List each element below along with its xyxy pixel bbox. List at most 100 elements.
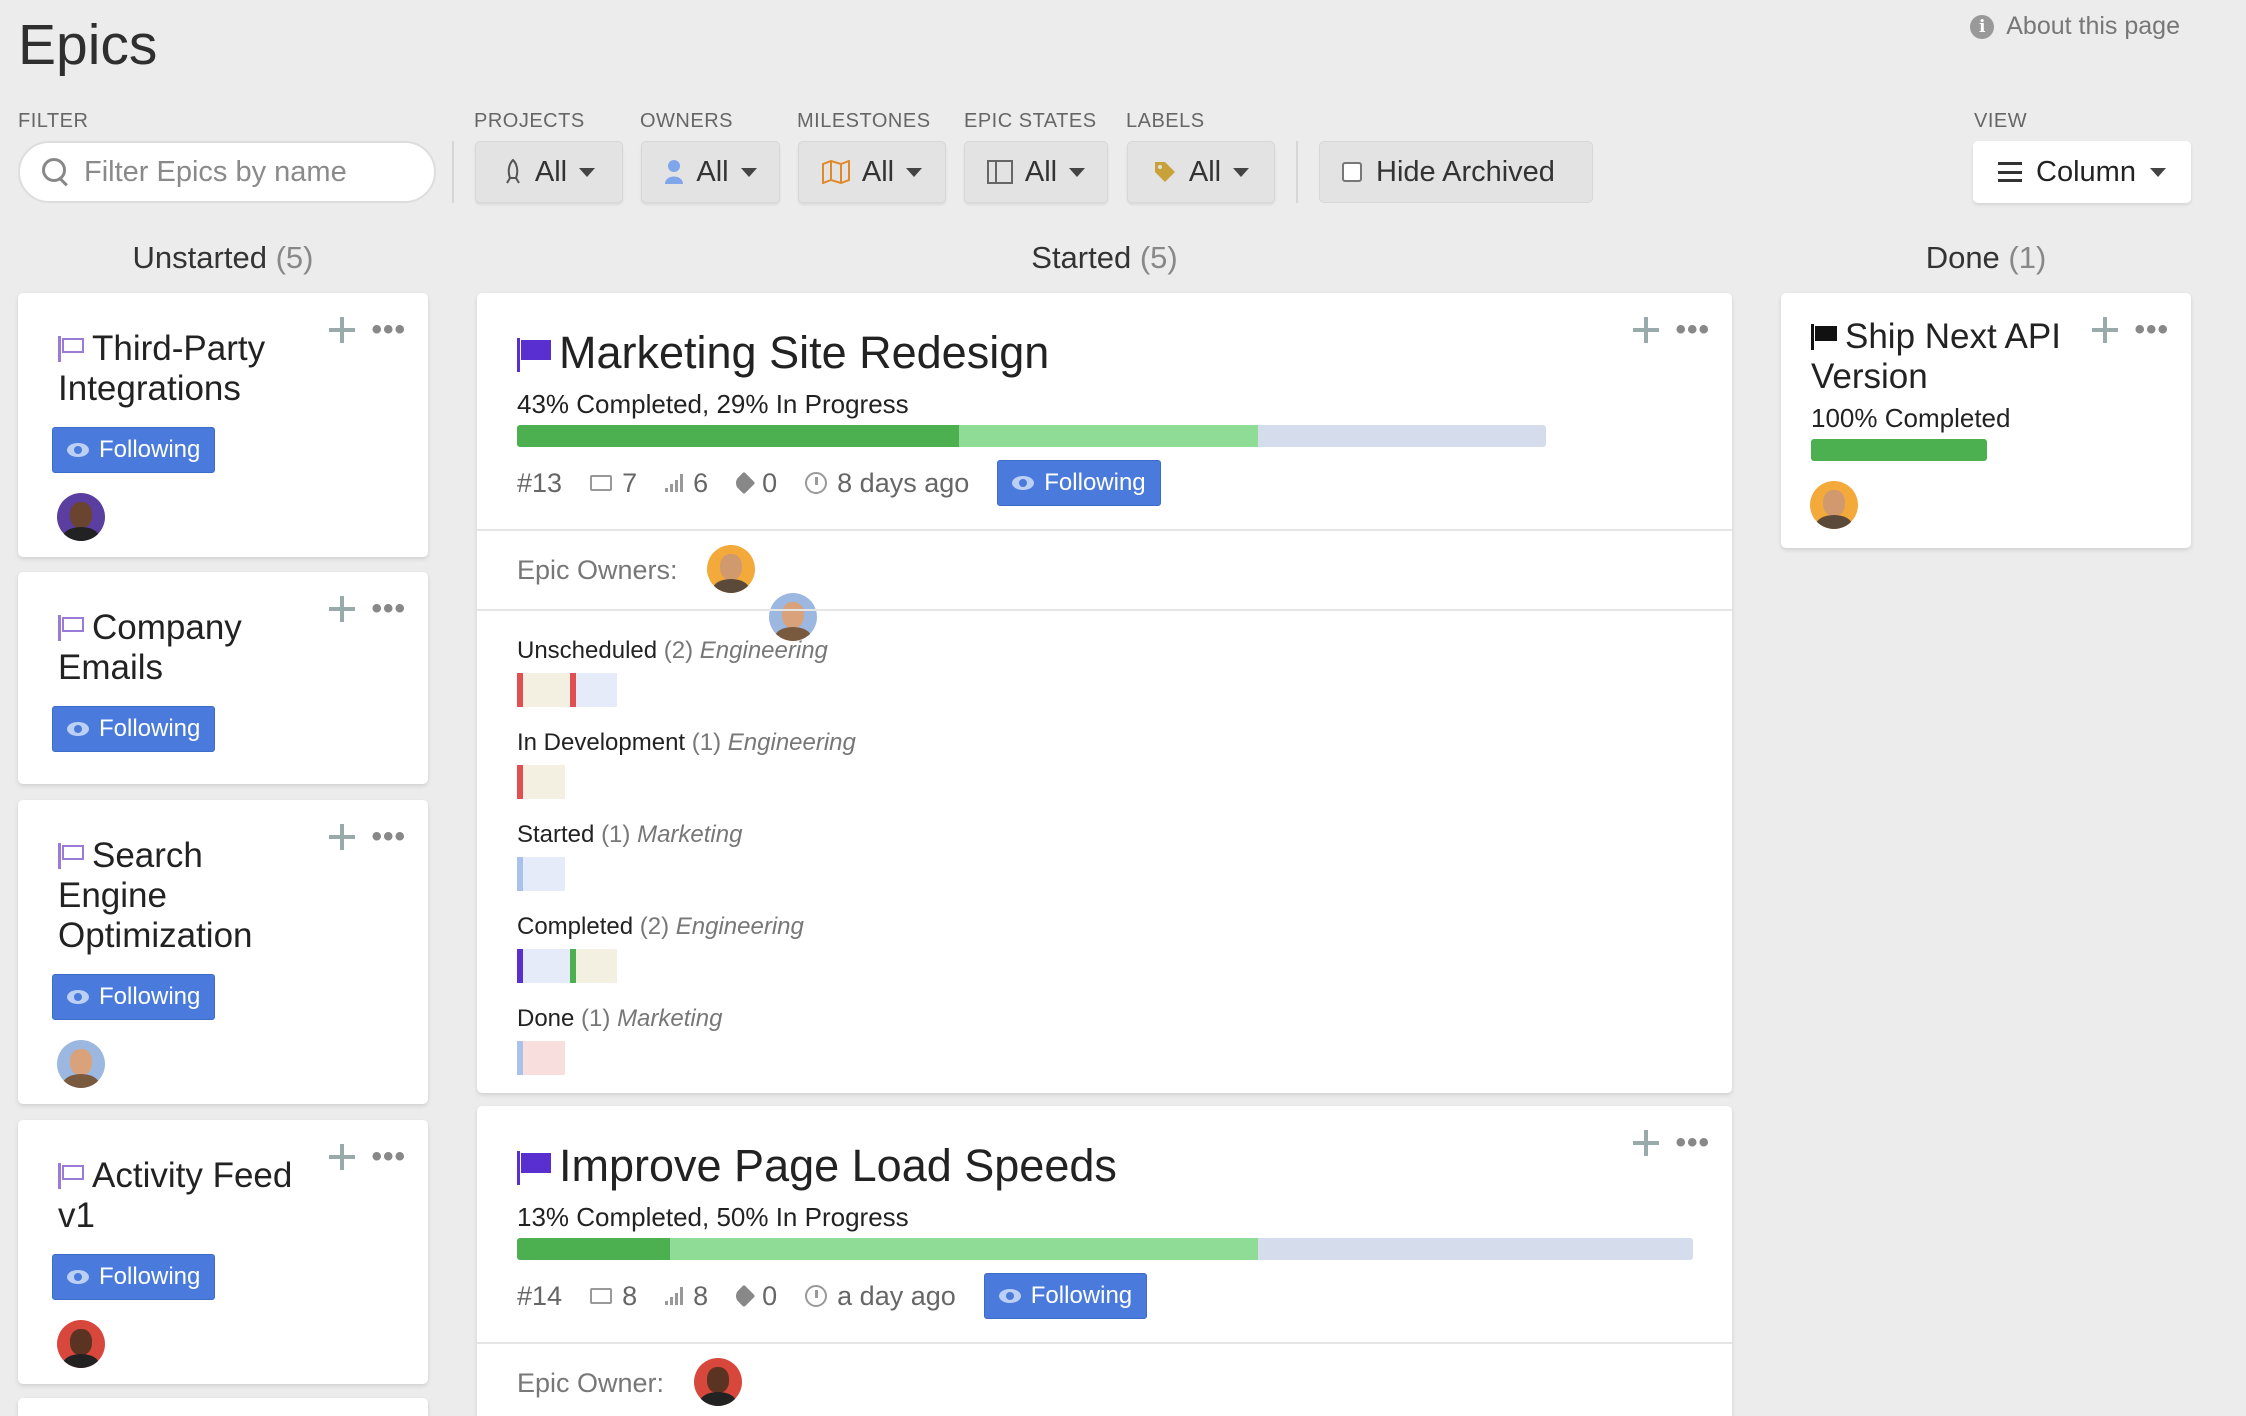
epic-title[interactable]: Marketing Site Redesign <box>517 327 1049 379</box>
labels-dropdown[interactable]: All <box>1127 141 1275 203</box>
avatar[interactable] <box>707 545 755 593</box>
epic-meta: #14 8 8 0 a day ago Following <box>517 1272 1148 1320</box>
epic-card-activity-feed-v1[interactable]: ••• Activity Feed v1 Following <box>18 1120 428 1384</box>
more-options-icon[interactable]: ••• <box>371 822 406 852</box>
view-dropdown[interactable]: Column <box>1973 141 2191 203</box>
column-header-started: Started (5) <box>477 240 1732 276</box>
epic-states-value: All <box>1024 155 1058 188</box>
epic-title[interactable]: Company Emails <box>58 608 358 688</box>
page-title: Epics <box>18 13 158 77</box>
eye-icon <box>67 443 89 457</box>
workflow-row[interactable]: Done (1) Marketing <box>517 1005 856 1075</box>
following-button[interactable]: Following <box>997 460 1161 506</box>
move-icon[interactable] <box>1631 315 1661 345</box>
owners-dropdown[interactable]: All <box>641 141 780 203</box>
epic-card-search-engine-optimization[interactable]: ••• Search Engine Optimization Following <box>18 800 428 1104</box>
signal-bars-icon <box>665 474 684 492</box>
more-options-icon[interactable]: ••• <box>371 1142 406 1172</box>
epic-states-dropdown[interactable]: All <box>964 141 1108 203</box>
following-button[interactable]: Following <box>52 1254 216 1300</box>
comment-count: 7 <box>590 468 637 499</box>
column-name: Started <box>1031 240 1132 275</box>
more-options-icon[interactable]: ••• <box>1675 315 1710 345</box>
workflow-row[interactable]: In Development (1) Engineering <box>517 729 856 799</box>
avatar[interactable] <box>57 1320 105 1368</box>
following-button[interactable]: Following <box>52 427 216 473</box>
epic-id[interactable]: #13 <box>517 468 562 499</box>
hide-archived-checkbox[interactable] <box>1342 162 1362 182</box>
column-count: (5) <box>275 240 314 275</box>
filter-label: FILTER <box>18 110 89 132</box>
hide-archived-toggle[interactable]: Hide Archived <box>1319 141 1593 203</box>
epic-card-improve-page-load-speeds[interactable]: ••• Improve Page Load Speeds 13% Complet… <box>477 1106 1732 1416</box>
milestones-label: MILESTONES <box>797 110 931 132</box>
more-options-icon[interactable]: ••• <box>371 315 406 345</box>
move-icon[interactable] <box>1631 1128 1661 1158</box>
about-page-link[interactable]: i About this page <box>1970 12 2180 41</box>
following-button[interactable]: Following <box>983 1273 1148 1319</box>
progress-bar <box>1811 439 1987 461</box>
signal-bars-icon <box>665 1287 684 1305</box>
eye-icon <box>67 722 89 736</box>
workflow-row[interactable]: Completed (2) Engineering <box>517 913 856 983</box>
more-options-icon[interactable]: ••• <box>2134 315 2169 345</box>
epic-card-partial[interactable] <box>18 1398 428 1416</box>
column-header-unstarted: Unstarted (5) <box>18 240 428 276</box>
epic-flag-icon <box>58 1163 84 1189</box>
projects-dropdown[interactable]: All <box>475 141 623 203</box>
eye-icon <box>998 1289 1021 1303</box>
epic-title[interactable]: Activity Feed v1 <box>58 1156 358 1236</box>
clock-icon <box>805 472 828 494</box>
epic-owner-label: Epic Owner: <box>517 1368 665 1398</box>
clock-icon <box>805 1285 828 1307</box>
epic-id[interactable]: #14 <box>517 1281 562 1312</box>
epic-title[interactable]: Improve Page Load Speeds <box>517 1140 1117 1192</box>
epic-card-marketing-site-redesign[interactable]: ••• Marketing Site Redesign 43% Complete… <box>477 293 1732 1093</box>
points-count: 8 <box>665 1281 708 1312</box>
more-options-icon[interactable]: ••• <box>1675 1128 1710 1158</box>
tag-icon <box>732 1284 756 1308</box>
milestones-dropdown[interactable]: All <box>798 141 946 203</box>
view-value: Column <box>2036 155 2136 188</box>
divider <box>477 609 1732 611</box>
comment-icon <box>590 1288 613 1304</box>
epic-title[interactable]: Ship Next API Version <box>1811 317 2121 397</box>
milestones-value: All <box>861 155 895 188</box>
workflow-row[interactable]: Started (1) Marketing <box>517 821 856 891</box>
epic-card-third-party-integrations[interactable]: ••• Third-Party Integrations Following <box>18 293 428 557</box>
workflow-row[interactable]: Unscheduled (2) Engineering <box>517 637 856 707</box>
updated-time: 8 days ago <box>805 468 969 499</box>
search-icon <box>42 158 70 186</box>
avatar[interactable] <box>1810 481 1858 529</box>
about-page-label: About this page <box>2006 12 2180 40</box>
points-count: 6 <box>665 468 708 499</box>
search-input[interactable] <box>84 155 414 189</box>
epic-flag-icon <box>517 338 551 372</box>
projects-value: All <box>534 155 568 188</box>
hide-archived-label: Hide Archived <box>1376 155 1555 188</box>
column-count: (1) <box>2008 240 2047 275</box>
eye-icon <box>67 990 89 1004</box>
eye-icon <box>67 1270 89 1284</box>
epic-meta: #13 7 6 0 8 days ago Following <box>517 459 1161 507</box>
column-name: Unstarted <box>132 240 267 275</box>
epic-card-ship-next-api-version[interactable]: ••• Ship Next API Version 100% Completed <box>1781 293 2191 548</box>
epic-title[interactable]: Search Engine Optimization <box>58 836 358 956</box>
chevron-down-icon <box>579 167 596 177</box>
more-options-icon[interactable]: ••• <box>371 594 406 624</box>
epic-title[interactable]: Third-Party Integrations <box>58 329 358 409</box>
following-button[interactable]: Following <box>52 974 216 1020</box>
chevron-down-icon <box>906 167 923 177</box>
tag-icon <box>732 471 756 495</box>
avatar[interactable] <box>57 493 105 541</box>
tag-icon <box>1154 162 1175 182</box>
following-button[interactable]: Following <box>52 706 216 752</box>
search-box[interactable] <box>18 141 436 203</box>
avatar[interactable] <box>769 593 817 641</box>
info-icon: i <box>1970 14 1995 39</box>
workflow-states: Unscheduled (2) Engineering In Developme… <box>517 637 856 1093</box>
avatar[interactable] <box>694 1358 742 1406</box>
avatar[interactable] <box>57 1040 105 1088</box>
label-count: 0 <box>732 468 777 499</box>
epic-card-company-emails[interactable]: ••• Company Emails Following <box>18 572 428 784</box>
